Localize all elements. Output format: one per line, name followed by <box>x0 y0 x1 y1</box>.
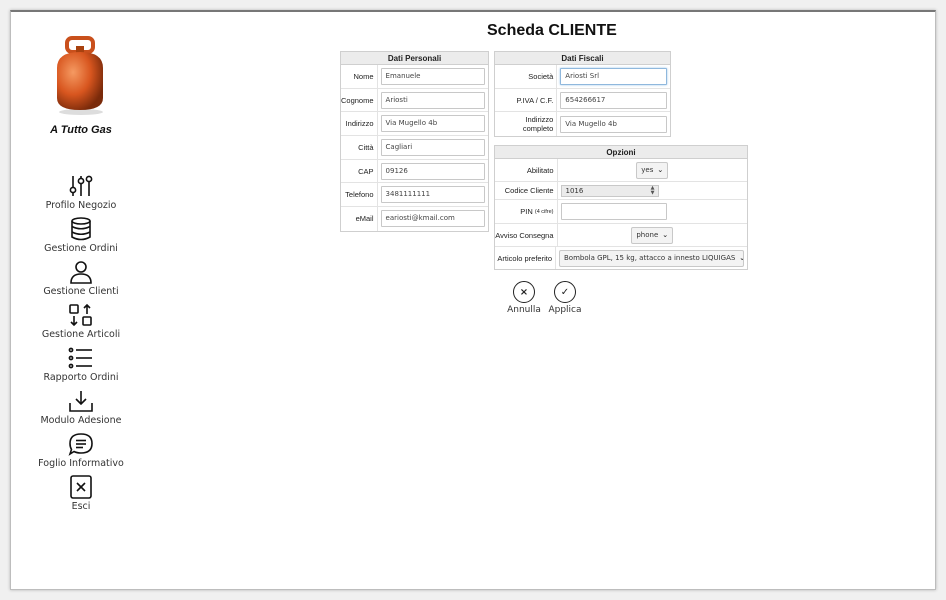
sidebar-item-modulo-adesione[interactable]: Modulo Adesione <box>11 389 151 429</box>
field-label: Nome <box>341 65 378 88</box>
field-label: eMail <box>341 207 378 231</box>
field-label: Cognome <box>341 88 378 112</box>
sidebar-item-rapporto-ordini[interactable]: Rapporto Ordini <box>11 346 151 386</box>
sidebar-item-label: Modulo Adesione <box>40 415 122 426</box>
select-value: Bombola GPL, 15 kg, attacco a innesto LI… <box>564 254 736 262</box>
list-icon <box>68 347 92 369</box>
indirizzo-input[interactable]: Via Mugello 4b <box>380 115 485 133</box>
sidebar: A Tutto Gas Profilo Negozio Gestione Ord… <box>11 12 151 589</box>
sidebar-item-foglio-informativo[interactable]: Foglio Informativo <box>11 432 151 472</box>
chevron-down-icon: ⌄ <box>662 231 669 239</box>
chat-icon <box>68 433 93 456</box>
option-row: Articolo preferito Bombola GPL, 15 kg, a… <box>495 247 747 269</box>
pin-hint: (4 cifre) <box>534 208 554 215</box>
abilitato-select[interactable]: yes ⌄ <box>636 161 669 179</box>
close-square-icon <box>70 475 92 499</box>
field-label: Città <box>341 136 378 159</box>
apply-label: Applica <box>548 305 582 315</box>
articolo-preferito-select[interactable]: Bombola GPL, 15 kg, attacco a innesto LI… <box>559 249 744 267</box>
panel-header: Opzioni <box>495 146 747 159</box>
stepper-value: 1016 <box>565 186 584 195</box>
field-label: Codice Cliente <box>495 182 558 199</box>
sidebar-item-label: Rapporto Ordini <box>43 372 119 383</box>
check-icon: ✓ <box>554 281 576 303</box>
apply-button[interactable]: ✓ Applica <box>545 281 585 315</box>
field-label: CAP <box>341 159 378 183</box>
field-row: Città Cagliari <box>341 136 488 160</box>
field-row: Indirizzo Via Mugello 4b <box>341 112 488 137</box>
cap-input[interactable]: 09126 <box>380 162 485 180</box>
option-row: Avviso Consegna phone ⌄ <box>495 224 747 247</box>
download-icon <box>69 391 93 412</box>
options-panel: Opzioni Abilitato yes ⌄ Codice Cliente 10… <box>494 145 748 270</box>
field-label: P.IVA / C.F. <box>495 88 558 112</box>
cognome-input[interactable]: Ariosti <box>380 91 485 109</box>
indirizzo-completo-input[interactable]: Via Mugello 4b <box>560 115 667 133</box>
sidebar-item-gestione-clienti[interactable]: Gestione Clienti <box>11 260 151 300</box>
option-row: Codice Cliente 1016 ▲ ▼ <box>495 182 747 200</box>
sliders-icon <box>69 175 93 196</box>
sidebar-item-profilo-negozio[interactable]: Profilo Negozio <box>11 174 151 214</box>
sidebar-item-esci[interactable]: Esci <box>11 475 151 515</box>
user-icon <box>70 261 92 284</box>
app-window: A Tutto Gas Profilo Negozio Gestione Ord… <box>10 10 936 590</box>
field-row: Indirizzo completo Via Mugello 4b <box>495 112 670 137</box>
sidebar-item-label: Gestione Ordini <box>44 243 118 254</box>
arrange-icon <box>69 303 92 327</box>
sidebar-item-label: Esci <box>71 501 91 512</box>
cancel-label: Annulla <box>507 305 541 315</box>
sidebar-item-label: Foglio Informativo <box>38 458 124 469</box>
field-row: Cognome Ariosti <box>341 88 488 113</box>
field-row: CAP 09126 <box>341 159 488 184</box>
field-row: eMail eariosti@kmail.com <box>341 207 488 231</box>
email-input[interactable]: eariosti@kmail.com <box>380 210 485 228</box>
gas-cylinder-logo <box>45 34 115 116</box>
sidebar-item-gestione-ordini[interactable]: Gestione Ordini <box>11 217 151 257</box>
field-label: Società <box>495 65 558 88</box>
societa-input[interactable]: Ariosti Srl <box>560 67 667 85</box>
sidebar-item-label: Gestione Articoli <box>41 329 121 340</box>
chevron-down-icon: ⌄ <box>739 254 743 262</box>
cancel-button[interactable]: × Annulla <box>504 281 544 315</box>
sidebar-item-label: Profilo Negozio <box>45 200 117 211</box>
field-label: PIN (4 cifre) <box>495 200 558 223</box>
field-row: P.IVA / C.F. 654266617 <box>495 88 670 113</box>
option-row: PIN (4 cifre) <box>495 200 747 224</box>
panel-header: Dati Personali <box>341 52 488 65</box>
brand-name: A Tutto Gas <box>50 124 112 136</box>
avviso-consegna-select[interactable]: phone ⌄ <box>631 226 674 244</box>
field-row: Nome Emanuele <box>341 65 488 89</box>
close-icon: × <box>513 281 535 303</box>
option-row: Abilitato yes ⌄ <box>495 159 747 182</box>
nome-input[interactable]: Emanuele <box>380 67 485 85</box>
pin-input[interactable] <box>560 203 667 220</box>
select-value: yes <box>641 166 654 174</box>
sidebar-item-gestione-articoli[interactable]: Gestione Articoli <box>11 303 151 343</box>
field-label: Telefono <box>341 183 378 207</box>
chevron-down-icon: ⌄ <box>657 166 664 174</box>
field-label: Indirizzo <box>341 112 378 136</box>
sidebar-item-label: Gestione Clienti <box>43 286 119 297</box>
codice-cliente-stepper[interactable]: 1016 ▲ ▼ <box>560 184 659 197</box>
telefono-input[interactable]: 3481111111 <box>380 186 485 204</box>
field-row: Telefono 3481111111 <box>341 183 488 208</box>
field-row: Società Ariosti Srl <box>495 65 670 89</box>
stepper-arrows-icon[interactable]: ▲ ▼ <box>649 185 657 196</box>
select-value: phone <box>636 231 659 239</box>
fiscal-data-panel: Dati Fiscali Società Ariosti Srl P.IVA /… <box>494 51 671 138</box>
field-label: Avviso Consegna <box>495 224 558 246</box>
field-label: Indirizzo completo <box>495 112 558 137</box>
piva-input[interactable]: 654266617 <box>560 91 667 109</box>
field-label: Articolo preferito <box>495 247 556 269</box>
page-title: Scheda CLIENTE <box>487 22 617 39</box>
pin-label: PIN <box>520 207 533 216</box>
panel-header: Dati Fiscali <box>495 52 670 65</box>
personal-data-panel: Dati Personali Nome Emanuele Cognome Ari… <box>340 51 489 232</box>
database-icon <box>71 217 91 241</box>
field-label: Abilitato <box>495 159 558 181</box>
citta-input[interactable]: Cagliari <box>380 138 485 156</box>
